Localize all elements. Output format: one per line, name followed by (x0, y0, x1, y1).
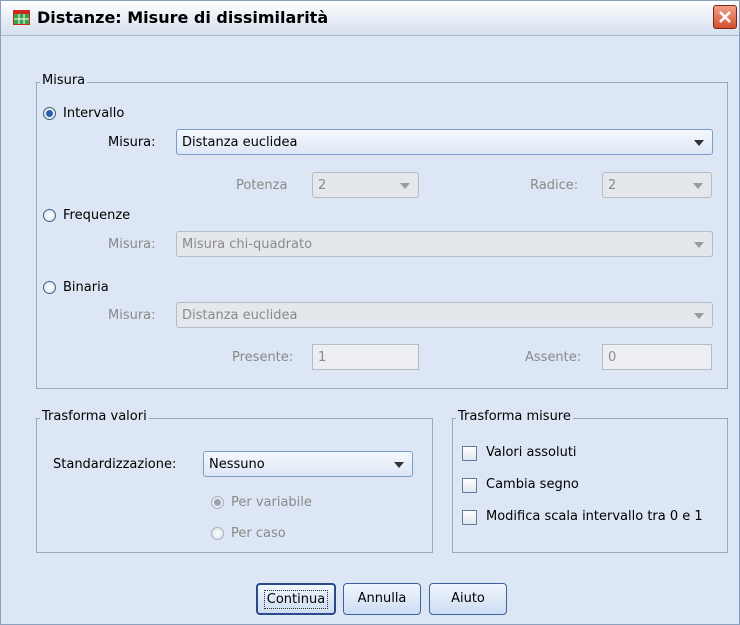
annulla-label: Annulla (357, 591, 407, 606)
trasforma-valori-legend: Trasforma valori (40, 409, 149, 424)
chevron-down-icon (693, 183, 703, 189)
title-bar[interactable]: Distanze: Misure di dissimilarità (1, 1, 739, 36)
intervallo-label[interactable]: Intervallo (63, 106, 124, 121)
binaria-measure-select: Distanza euclidea (176, 302, 713, 328)
binaria-measure-value: Distanza euclidea (182, 308, 298, 323)
potenza-select: 2 (312, 172, 419, 198)
standardizzazione-label: Standardizzazione: (53, 457, 177, 472)
cambia-segno-label[interactable]: Cambia segno (486, 477, 579, 492)
modifica-scala-label[interactable]: Modifica scala intervallo tra 0 e 1 (486, 509, 703, 524)
presente-label: Presente: (232, 350, 294, 365)
radice-select: 2 (602, 172, 712, 198)
assente-field: 0 (602, 344, 712, 370)
valori-assoluti-checkbox[interactable] (462, 446, 477, 461)
per-caso-radio (211, 527, 224, 540)
per-caso-label: Per caso (231, 526, 286, 541)
frequenze-label[interactable]: Frequenze (63, 208, 130, 223)
cambia-segno-checkbox[interactable] (462, 478, 477, 493)
continua-button[interactable]: Continua (256, 583, 336, 615)
intervallo-radio[interactable] (43, 107, 56, 120)
frequenze-radio[interactable] (43, 209, 56, 222)
continua-label: Continua (263, 590, 329, 609)
binaria-measure-label: Misura: (108, 308, 156, 323)
valori-assoluti-label[interactable]: Valori assoluti (486, 445, 577, 460)
intervallo-measure-label: Misura: (108, 135, 156, 150)
assente-label: Assente: (525, 350, 582, 365)
modifica-scala-checkbox[interactable] (462, 510, 477, 525)
binaria-radio[interactable] (43, 281, 56, 294)
data-grid-icon (13, 10, 30, 25)
aiuto-button[interactable]: Aiuto (429, 583, 507, 615)
intervallo-measure-select[interactable]: Distanza euclidea (176, 129, 713, 155)
potenza-value: 2 (318, 178, 327, 193)
close-button[interactable] (713, 5, 737, 29)
intervallo-measure-value: Distanza euclidea (182, 135, 298, 150)
potenza-label: Potenza (236, 178, 288, 193)
close-icon (719, 11, 731, 23)
trasforma-misure-legend: Trasforma misure (456, 409, 573, 424)
per-variabile-label: Per variabile (231, 495, 312, 510)
frequenze-measure-label: Misura: (108, 237, 156, 252)
presente-field: 1 (312, 344, 419, 370)
standardizzazione-select[interactable]: Nessuno (203, 451, 413, 477)
binaria-label[interactable]: Binaria (63, 280, 109, 295)
annulla-button[interactable]: Annulla (343, 583, 421, 615)
misura-legend: Misura (40, 73, 88, 88)
chevron-down-icon (694, 140, 704, 146)
frequenze-measure-select: Misura chi-quadrato (176, 231, 713, 257)
window-title: Distanze: Misure di dissimilarità (37, 8, 329, 27)
chevron-down-icon (694, 242, 704, 248)
chevron-down-icon (400, 183, 410, 189)
dialog-window: Distanze: Misure di dissimilarità Misura… (0, 0, 740, 625)
assente-value: 0 (608, 350, 617, 365)
frequenze-measure-value: Misura chi-quadrato (182, 237, 313, 252)
chevron-down-icon (694, 313, 704, 319)
presente-value: 1 (318, 350, 327, 365)
radice-label: Radice: (530, 178, 579, 193)
standardizzazione-value: Nessuno (209, 457, 265, 472)
per-variabile-radio (211, 496, 224, 509)
aiuto-label: Aiuto (451, 591, 485, 606)
chevron-down-icon (394, 462, 404, 468)
radice-value: 2 (608, 178, 617, 193)
